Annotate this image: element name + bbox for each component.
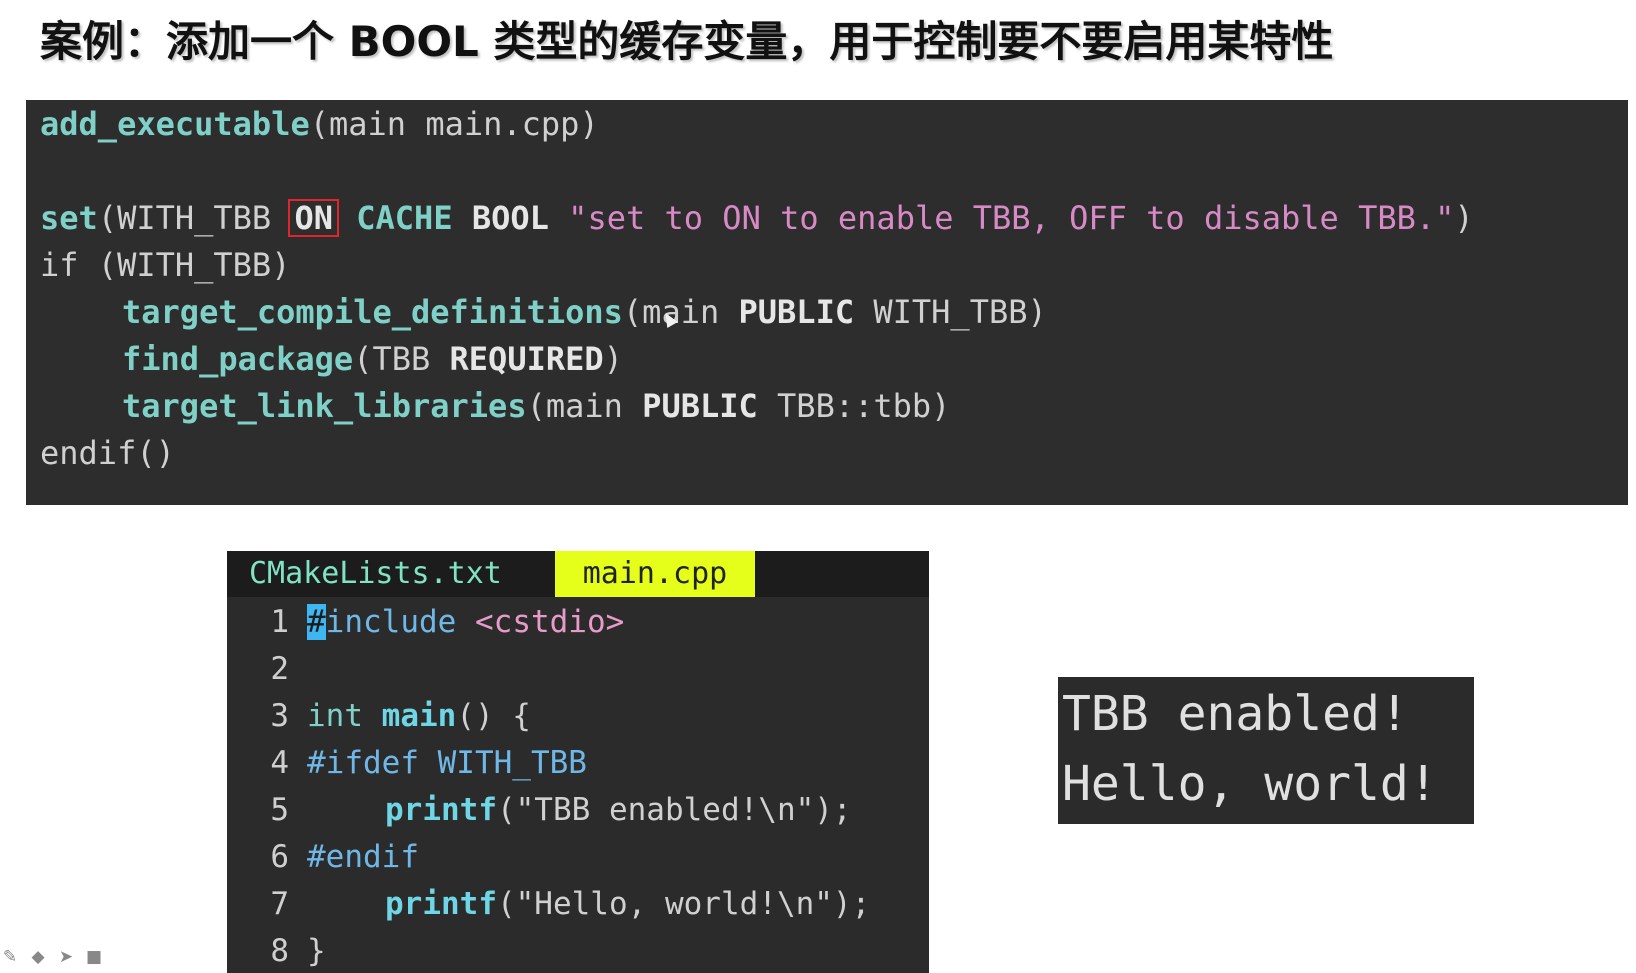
code-function: find_package	[122, 340, 354, 378]
function-name: printf	[385, 792, 497, 828]
editor-tab-bar: CMakeLists.txt main.cpp	[227, 551, 929, 597]
code-line-1: add_executable(main main.cpp)	[40, 104, 599, 144]
preprocessor-directive: include	[325, 604, 457, 640]
highlighted-on-keyword: ON	[288, 199, 339, 237]
slide-title: 案例：添加一个 BOOL 类型的缓存变量，用于控制要不要启用某特性	[40, 17, 1334, 66]
code-line-6: find_package(TBB REQUIRED)	[122, 339, 623, 379]
terminal-line-2: Hello, world!	[1062, 756, 1438, 812]
presentation-toolbar: ✎ ◆ ➤ ■	[0, 948, 104, 966]
code-line-7: target_link_libraries(main PUBLIC TBB::t…	[122, 386, 950, 426]
code-line-8: endif()	[40, 433, 175, 473]
eraser-icon[interactable]: ◆	[28, 948, 48, 966]
code-text: ("TBB enabled!\n");	[496, 792, 852, 828]
code-args: (main	[622, 293, 739, 331]
code-function: set	[40, 199, 98, 237]
code-close-paren: )	[1454, 199, 1474, 237]
if-statement: if (WITH_TBB)	[40, 246, 291, 284]
endif-statement: endif()	[40, 434, 175, 472]
preprocessor-directive: #ifdef WITH_TBB	[307, 745, 587, 781]
code-text: ("Hello, world!\n");	[496, 886, 871, 922]
docstring: "set to ON to enable TBB, OFF to disable…	[548, 199, 1455, 237]
cache-keyword: CACHE	[336, 199, 453, 237]
preprocessor-directive: #endif	[307, 839, 419, 875]
tab-main-cpp[interactable]: main.cpp	[555, 551, 755, 597]
line-number: 2	[270, 651, 289, 687]
line-number: 1	[270, 604, 289, 640]
editor-line-5: 5 printf("TBB enabled!\n");	[227, 787, 852, 834]
camera-icon[interactable]: ■	[84, 948, 104, 966]
code-args: (main	[526, 387, 643, 425]
code-args: (TBB	[353, 340, 450, 378]
function-name: printf	[385, 886, 497, 922]
code-line-3: set(WITH_TBB ON CACHE BOOL "set to ON to…	[40, 198, 1474, 238]
editor-line-1: 1 #include <cstdio>	[227, 599, 624, 646]
pointer-icon[interactable]: ➤	[56, 948, 76, 966]
line-number: 6	[270, 839, 289, 875]
code-editor[interactable]: CMakeLists.txt main.cpp 1 #include <cstdi…	[227, 551, 929, 973]
editor-line-3: 3 int main() {	[227, 693, 531, 740]
line-number: 5	[270, 792, 289, 828]
line-number: 3	[270, 698, 289, 734]
code-line-4: if (WITH_TBB)	[40, 245, 290, 285]
type-keyword: int	[307, 698, 382, 734]
include-header: <cstdio>	[456, 604, 625, 640]
editor-line-8: 8}	[227, 928, 326, 973]
public-keyword: PUBLIC	[738, 293, 855, 331]
code-args: TBB::tbb)	[757, 387, 951, 425]
code-args: (WITH_TBB	[97, 199, 291, 237]
line-number: 4	[270, 745, 289, 781]
text-cursor: #	[307, 604, 326, 640]
code-args: (main main.cpp)	[309, 105, 599, 143]
editor-line-6: 6 #endif	[227, 834, 419, 881]
code-function: target_link_libraries	[122, 387, 527, 425]
public-keyword: PUBLIC	[642, 387, 758, 425]
code-function: target_compile_definitions	[122, 293, 623, 331]
line-number: 7	[270, 886, 289, 922]
editor-line-4: 4 #ifdef WITH_TBB	[227, 740, 587, 787]
code-line-5: target_compile_definitions(main PUBLIC W…	[122, 292, 1047, 332]
editor-line-7: 7 printf("Hello, world!\n");	[227, 881, 870, 928]
function-name: main	[381, 698, 457, 734]
tab-cmakelists[interactable]: CMakeLists.txt	[227, 551, 524, 597]
editor-line-2: 2	[227, 646, 307, 693]
code-text: () {	[456, 698, 531, 734]
pen-icon[interactable]: ✎	[0, 948, 20, 966]
bool-keyword: BOOL	[452, 199, 549, 237]
code-args: WITH_TBB)	[854, 293, 1047, 331]
code-args: )	[603, 340, 623, 378]
code-text: }	[307, 933, 326, 969]
code-function: add_executable	[40, 105, 310, 143]
cmake-code-panel: add_executable(main main.cpp) set(WITH_T…	[26, 100, 1628, 505]
terminal-line-1: TBB enabled!	[1062, 686, 1409, 742]
required-keyword: REQUIRED	[449, 340, 604, 378]
terminal-output: TBB enabled! Hello, world!	[1058, 677, 1474, 824]
line-number: 8	[270, 933, 289, 969]
